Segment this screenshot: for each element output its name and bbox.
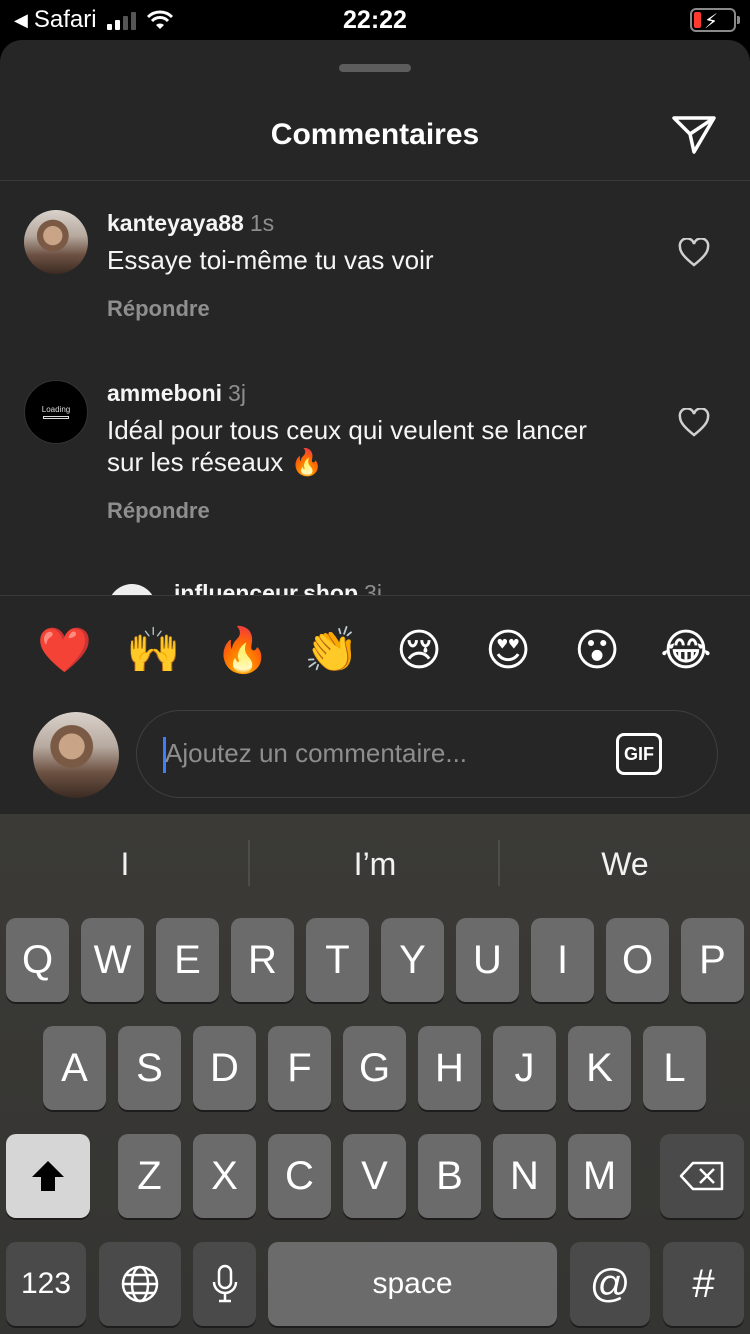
key-d[interactable]: D (193, 1026, 256, 1110)
avatar-logo-text: Loading (41, 405, 71, 414)
at-key[interactable]: @ (570, 1242, 650, 1326)
comment-header: ammeboni 3j (107, 380, 246, 407)
emoji-heart-eyes[interactable]: 😍 (482, 625, 534, 677)
reply-button[interactable]: Répondre (107, 498, 210, 524)
battery-charging-icon: ⚡ (690, 8, 740, 33)
reply-comment-item: influenceur.shop 3j (0, 580, 750, 596)
comment-username[interactable]: ammeboni (107, 380, 222, 406)
heart-outline-icon[interactable] (678, 238, 710, 268)
key-w[interactable]: W (81, 918, 144, 1002)
status-bar: ◀ Safari 22:22 ⚡ (0, 0, 750, 40)
comment-header: influenceur.shop 3j (174, 580, 382, 596)
avatar-logo-bar (43, 416, 69, 419)
suggestion-2[interactable]: I’m (250, 846, 500, 883)
sheet-grabber[interactable] (339, 64, 411, 72)
key-t[interactable]: T (306, 918, 369, 1002)
reply-button[interactable]: Répondre (107, 296, 210, 322)
microphone-key[interactable] (193, 1242, 256, 1326)
status-time: 22:22 (343, 6, 407, 34)
key-l[interactable]: L (643, 1026, 706, 1110)
key-a[interactable]: A (43, 1026, 106, 1110)
emoji-heart[interactable]: ❤️ (37, 625, 92, 677)
key-z[interactable]: Z (118, 1134, 181, 1218)
globe-key[interactable] (99, 1242, 181, 1326)
avatar[interactable] (24, 210, 88, 274)
keyboard: I I’m We Q W E R T Y U I O P A S D F G H… (0, 814, 750, 1334)
comment-input[interactable]: Ajoutez un commentaire... (165, 738, 467, 769)
comment-text: Essaye toi-même tu vas voir (107, 245, 434, 275)
key-i[interactable]: I (531, 918, 594, 1002)
space-key[interactable]: space (268, 1242, 557, 1326)
predictive-bar: I I’m We (0, 814, 750, 910)
comments-sheet: Commentaires kanteyaya88 1s Essaye toi-mê… (0, 40, 750, 814)
comment-time: 3j (228, 380, 246, 406)
emoji-raised-hands[interactable]: 🙌 (126, 625, 181, 677)
key-s[interactable]: S (118, 1026, 181, 1110)
key-x[interactable]: X (193, 1134, 256, 1218)
suggestion-3[interactable]: We (500, 846, 750, 883)
shift-key[interactable] (6, 1134, 90, 1218)
key-f[interactable]: F (268, 1026, 331, 1110)
key-j[interactable]: J (493, 1026, 556, 1110)
key-r[interactable]: R (231, 918, 294, 1002)
key-c[interactable]: C (268, 1134, 331, 1218)
comment-time: 1s (249, 210, 275, 236)
key-b[interactable]: B (418, 1134, 481, 1218)
avatar[interactable]: Loading (24, 380, 88, 444)
backspace-icon (679, 1161, 724, 1191)
comment-input-box[interactable]: Ajoutez un commentaire... GIF (136, 710, 718, 798)
emoji-crying[interactable]: 😢 (393, 625, 445, 677)
emoji-laughing[interactable]: 😂 (660, 625, 712, 677)
current-user-avatar (33, 712, 119, 798)
key-v[interactable]: V (343, 1134, 406, 1218)
key-u[interactable]: U (456, 918, 519, 1002)
emoji-surprised[interactable]: 😮 (571, 625, 623, 677)
key-m[interactable]: M (568, 1134, 631, 1218)
send-paper-plane-icon[interactable] (670, 112, 718, 156)
key-y[interactable]: Y (381, 918, 444, 1002)
key-g[interactable]: G (343, 1026, 406, 1110)
suggestion-1[interactable]: I (0, 846, 250, 883)
key-n[interactable]: N (493, 1134, 556, 1218)
sheet-title: Commentaires (270, 118, 480, 151)
emoji-fire[interactable]: 🔥 (215, 625, 270, 677)
hash-key[interactable]: # (663, 1242, 744, 1326)
emoji-reaction-bar: ❤️ 🙌 🔥 👏 😢 😍 😮 😂 (0, 625, 750, 677)
key-o[interactable]: O (606, 918, 669, 1002)
emoji-clap[interactable]: 👏 (304, 625, 359, 677)
comment-username[interactable]: kanteyaya88 (107, 210, 244, 236)
globe-icon (121, 1265, 159, 1303)
comment-username[interactable]: influenceur.shop (174, 580, 358, 596)
comment-text: Idéal pour tous ceux qui veulent se lanc… (107, 415, 587, 477)
comment-time: 3j (364, 580, 382, 596)
key-k[interactable]: K (568, 1026, 631, 1110)
gif-button[interactable]: GIF (616, 733, 662, 775)
key-q[interactable]: Q (6, 918, 69, 1002)
numbers-key[interactable]: 123 (6, 1242, 86, 1326)
heart-outline-icon[interactable] (678, 408, 710, 438)
emoji-divider (0, 595, 750, 596)
key-e[interactable]: E (156, 918, 219, 1002)
header-divider (0, 180, 750, 181)
key-h[interactable]: H (418, 1026, 481, 1110)
microphone-icon (212, 1264, 237, 1303)
key-p[interactable]: P (681, 918, 744, 1002)
delete-key[interactable] (660, 1134, 744, 1218)
comment-header: kanteyaya88 1s (107, 210, 274, 237)
shift-arrow-icon (32, 1161, 64, 1191)
